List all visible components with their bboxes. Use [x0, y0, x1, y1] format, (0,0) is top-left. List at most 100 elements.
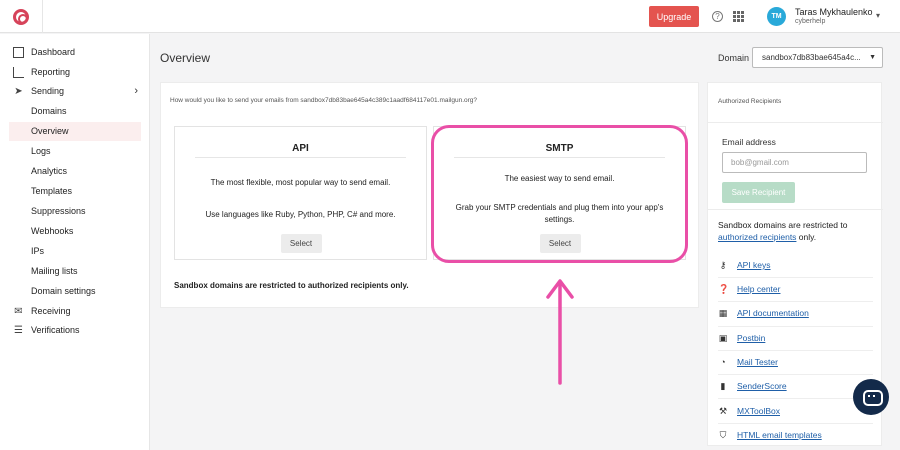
sidebar-item-mailing-lists[interactable]: Mailing lists: [9, 262, 141, 281]
blocks-icon: ▦: [718, 308, 728, 318]
sidebar-item-label: Webhooks: [31, 226, 74, 236]
domain-select-value: sandbox7db83bae645a4c...: [762, 53, 861, 62]
bar-chart-icon: ▮: [720, 381, 726, 391]
user-name[interactable]: Taras Mykhaulenko: [795, 7, 873, 17]
resource-link[interactable]: Postbin: [737, 329, 765, 347]
note-text: only.: [796, 232, 817, 242]
api-select-button[interactable]: Select: [280, 234, 322, 253]
sidebar-item-label: Logs: [31, 146, 51, 156]
question-circle-icon: ❓: [718, 284, 730, 294]
sidebar-item-ips[interactable]: IPs: [9, 242, 141, 261]
sidebar-item-suppressions[interactable]: Suppressions: [9, 202, 141, 221]
list-check-icon: ☰: [14, 325, 23, 336]
resource-mail-tester[interactable]: ◔ Mail Tester: [718, 353, 878, 371]
key-icon: ⚷: [719, 260, 727, 270]
sidebar-item-label: IPs: [31, 246, 45, 256]
signal-icon: ◔: [720, 357, 726, 367]
sidebar-item-receiving[interactable]: ✉ Receiving: [9, 302, 141, 321]
api-option: API The most flexible, most popular way …: [174, 126, 427, 260]
divider: [718, 301, 873, 302]
resource-link[interactable]: Help center: [737, 280, 780, 298]
pointer-arrow-annotation: [546, 279, 574, 385]
authorized-recipients-link[interactable]: authorized recipients: [718, 232, 796, 242]
sidebar-item-label: Reporting: [31, 67, 71, 77]
sidebar-item-webhooks[interactable]: Webhooks: [9, 222, 141, 241]
divider: [718, 423, 873, 424]
send-icon: ➤: [14, 86, 23, 97]
resource-help-center[interactable]: ❓ Help center: [718, 280, 878, 298]
sidebar-item-label: Dashboard: [31, 47, 76, 57]
dashboard-icon: [13, 47, 24, 58]
divider: [718, 277, 873, 278]
top-bar: Upgrade ? TM Taras Mykhaulenko cyberhelp…: [0, 0, 900, 33]
sidebar-item-label: Mailing lists: [31, 266, 78, 276]
mailgun-logo-icon[interactable]: [13, 9, 29, 25]
email-label: Email address: [722, 137, 776, 147]
sidebar-item-overview[interactable]: Overview: [9, 122, 141, 141]
resource-postbin[interactable]: ▣ Postbin: [718, 329, 878, 347]
recipients-note: Sandbox domains are restricted to author…: [718, 219, 878, 243]
sidebar-item-label: Domain settings: [31, 286, 96, 296]
domain-label: Domain: [718, 53, 750, 63]
panel-title: Authorized Recipients: [718, 98, 782, 105]
sidebar-item-dashboard[interactable]: Dashboard: [9, 43, 141, 62]
page-title: Overview: [160, 51, 211, 65]
note-text: Sandbox domains are restricted to: [718, 220, 848, 230]
mail-icon: ✉: [14, 306, 23, 317]
resource-link[interactable]: API documentation: [737, 304, 809, 322]
apps-grid-icon[interactable]: [733, 11, 744, 22]
save-recipient-button[interactable]: Save Recipient: [722, 182, 795, 203]
sidebar-item-label: Sending: [31, 86, 65, 96]
resource-link[interactable]: HTML email templates: [737, 426, 822, 444]
sidebar-item-verifications[interactable]: ☰ Verifications: [9, 321, 141, 340]
caret-down-icon: ▼: [869, 54, 876, 61]
divider: [718, 326, 873, 327]
chevron-down-icon[interactable]: ▾: [876, 11, 880, 20]
api-description: The most flexible, most popular way to s…: [210, 178, 391, 187]
divider: [708, 209, 883, 210]
smtp-highlight-annotation: [431, 125, 688, 263]
resource-link[interactable]: MXToolBox: [737, 402, 780, 420]
sidebar-item-label: Templates: [31, 186, 73, 196]
sending-prompt: How would you like to send your emails f…: [170, 97, 478, 104]
sidebar-item-label: Suppressions: [31, 206, 86, 216]
resource-api-documentation[interactable]: ▦ API documentation: [718, 304, 878, 322]
sidebar-item-label: Receiving: [31, 306, 71, 316]
help-icon[interactable]: ?: [712, 11, 723, 22]
domain-select[interactable]: sandbox7db83bae645a4c... ▼: [752, 47, 883, 68]
resource-link[interactable]: API keys: [737, 256, 771, 274]
email-field[interactable]: [722, 152, 867, 173]
sidebar-item-templates[interactable]: Templates: [9, 182, 141, 201]
sidebar-item-sending[interactable]: ➤ Sending ›: [9, 82, 141, 101]
user-org: cyberhelp: [795, 18, 826, 25]
upgrade-button[interactable]: Upgrade: [649, 6, 699, 27]
divider: [718, 374, 873, 375]
toolbox-icon: ⚒: [718, 406, 728, 416]
inbox-icon: ▣: [718, 333, 728, 343]
sidebar-item-domains[interactable]: Domains: [9, 102, 141, 121]
avatar[interactable]: TM: [767, 7, 786, 26]
resource-api-keys[interactable]: ⚷ API keys: [718, 256, 878, 274]
reporting-icon: [13, 67, 24, 78]
sidebar-item-label: Domains: [31, 106, 67, 116]
sidebar-item-label: Analytics: [31, 166, 68, 176]
sidebar-item-domain-settings[interactable]: Domain settings: [9, 282, 141, 301]
sidebar-item-logs[interactable]: Logs: [9, 142, 141, 161]
divider: [718, 398, 873, 399]
sidebar-item-analytics[interactable]: Analytics: [9, 162, 141, 181]
html5-icon: ⛉: [719, 430, 727, 440]
api-languages: Use languages like Ruby, Python, PHP, C#…: [205, 210, 396, 219]
sidebar-item-label: Overview: [31, 126, 69, 136]
sidebar-item-reporting[interactable]: Reporting: [9, 63, 141, 82]
sidebar-item-label: Verifications: [31, 325, 80, 335]
sandbox-restriction-note: Sandbox domains are restricted to author…: [174, 281, 409, 290]
divider: [708, 122, 883, 123]
api-title: API: [292, 143, 309, 154]
resource-link[interactable]: SenderScore: [737, 377, 787, 395]
sidebar: Dashboard Reporting ➤ Sending › Domains …: [0, 34, 150, 450]
resource-link[interactable]: Mail Tester: [737, 353, 778, 371]
divider: [718, 350, 873, 351]
divider: [195, 157, 406, 158]
resource-html-email-templates[interactable]: ⛉ HTML email templates: [718, 426, 878, 444]
chatbot-launcher-icon[interactable]: [853, 379, 889, 415]
